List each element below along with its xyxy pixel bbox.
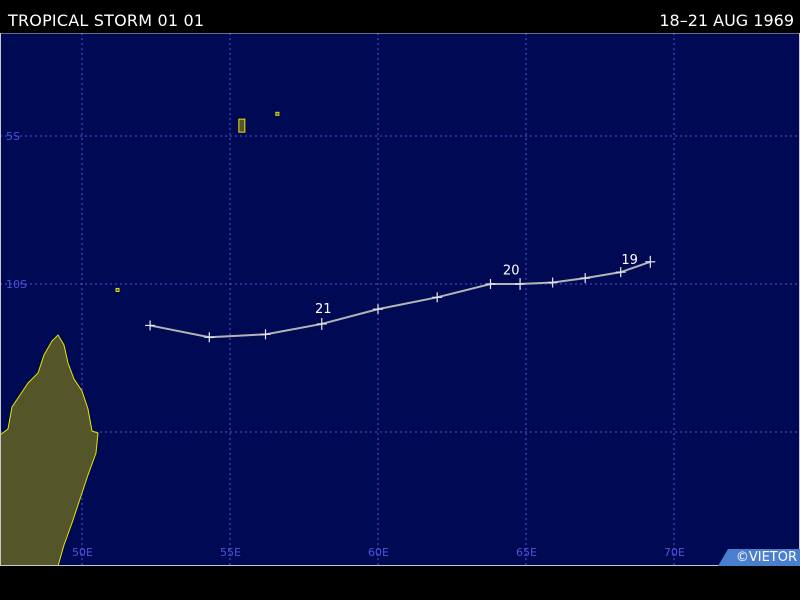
parallel-label: 10S [6, 278, 27, 291]
storm-track-map: 50E55E60E65E70E5S10S15S 192021 [0, 33, 800, 566]
islet [275, 111, 280, 116]
islet [115, 287, 120, 292]
meridian-label: 55E [220, 546, 241, 559]
meridian-label: 65E [516, 546, 537, 559]
storm-title: TROPICAL STORM 01 01 [8, 11, 205, 30]
day-label: 20 [503, 264, 520, 279]
date-range: 18–21 AUG 1969 [659, 11, 794, 30]
meridian-label: 50E [72, 546, 93, 559]
credit-text: ©VIETOR [735, 550, 797, 565]
ocean-background [1, 33, 799, 565]
day-label: 21 [315, 302, 332, 317]
day-label: 19 [621, 253, 638, 268]
meridian-label: 70E [664, 546, 685, 559]
meridian-label: 60E [368, 546, 389, 559]
seychelles-island [238, 118, 246, 133]
parallel-label: 5S [6, 130, 20, 143]
